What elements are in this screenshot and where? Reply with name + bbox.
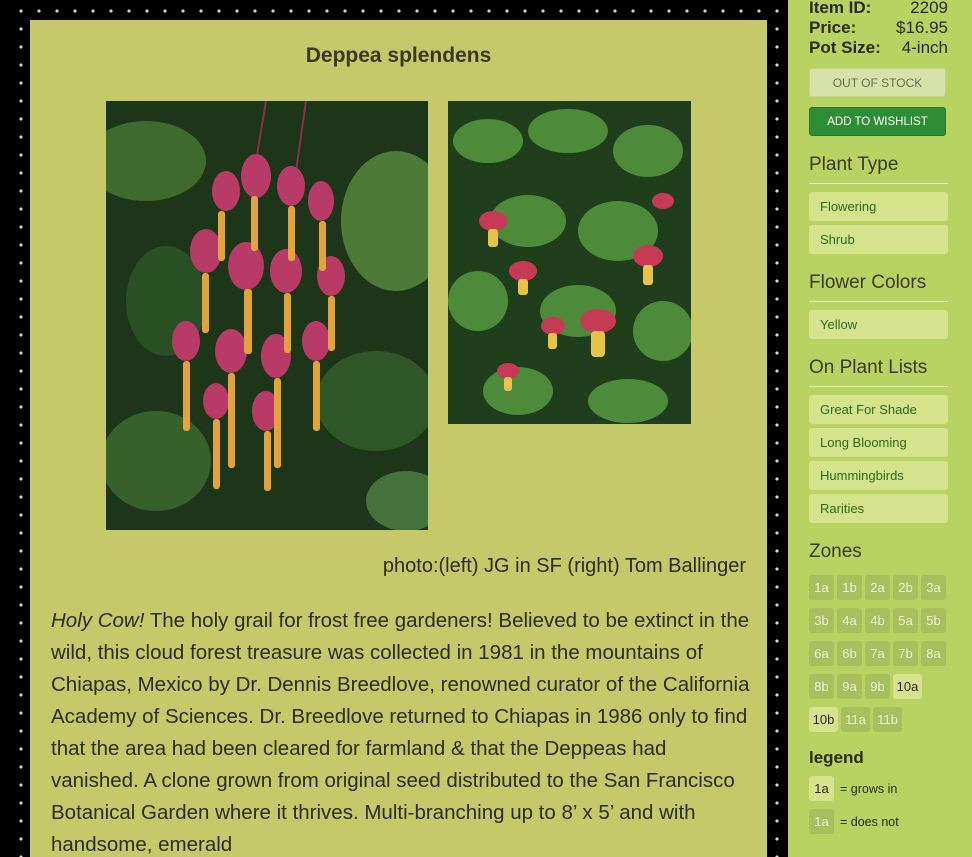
zone-chip-7b: 7b — [893, 641, 918, 666]
photo-credit: photo:(left) JG in SF (right) Tom Ballin… — [382, 555, 746, 577]
legend-not-text: = does not — [840, 814, 899, 829]
zone-chip-11a: 11a — [841, 707, 870, 732]
description-lead: Holy Cow! — [51, 609, 145, 632]
item-id-value: 2209 — [910, 0, 948, 17]
legend-grows-text: = grows in — [840, 781, 898, 796]
zone-chip-11b: 11b — [873, 707, 902, 732]
flower-colors-title: Flower Colors — [809, 272, 948, 302]
zone-chip-8a: 8a — [921, 641, 946, 666]
plant-type-title: Plant Type — [809, 154, 948, 184]
legend-not-swatch: 1a — [809, 809, 834, 834]
zone-grid: 1a 1b 2a 2b 3a 3b 4a 4b 5a 5b 6a 6b 7a 7b 8a 8b 9a 9b 10a 1… — [809, 575, 951, 740]
tag-flowering[interactable]: Flowering — [809, 192, 948, 221]
zone-chip-2a: 2a — [865, 575, 890, 600]
tag-hummingbirds[interactable]: Hummingbirds — [809, 461, 948, 490]
legend-grows: 1a = grows in — [809, 776, 972, 801]
zone-chip-9b: 9b — [865, 674, 890, 699]
tag-great-for-shade[interactable]: Great For Shade — [809, 395, 948, 424]
zone-chip-1a: 1a — [809, 575, 834, 600]
plant-lists-list: Great For Shade Long Blooming Hummingbir… — [809, 395, 972, 523]
zone-chip-10b: 10b — [809, 707, 838, 732]
price-value: $16.95 — [896, 18, 948, 37]
zone-chip-3a: 3a — [921, 575, 946, 600]
price-row: Price: $16.95 — [809, 18, 948, 38]
zone-chip-9a: 9a — [837, 674, 862, 699]
plant-type-list: Flowering Shrub — [809, 192, 972, 254]
description-body: The holy grail for frost free gardeners!… — [51, 609, 750, 856]
zone-chip-6b: 6b — [837, 641, 862, 666]
add-to-wishlist-button[interactable]: ADD TO WISHLIST — [809, 107, 946, 136]
price-label: Price: — [809, 18, 857, 37]
product-content: Deppea splendens photo:(left) JG in SF (… — [30, 20, 767, 857]
product-photo-left[interactable] — [106, 101, 428, 530]
zone-chip-3b: 3b — [809, 608, 834, 633]
product-description: Holy Cow! The holy grail for frost free … — [51, 605, 751, 857]
legend-does-not: 1a = does not — [809, 809, 972, 834]
fuchsia-flower-cluster-image — [106, 101, 428, 530]
tag-long-blooming[interactable]: Long Blooming — [809, 428, 948, 457]
product-sidebar: Item ID: 2209 Price: $16.95 Pot Size: 4-… — [788, 0, 972, 857]
pot-size-row: Pot Size: 4-inch — [809, 38, 948, 58]
zone-chip-5a: 5a — [893, 608, 918, 633]
zone-chip-6a: 6a — [809, 641, 834, 666]
out-of-stock-button[interactable]: OUT OF STOCK — [809, 68, 946, 97]
flowering-shrub-image — [448, 101, 691, 424]
pot-size-value: 4-inch — [901, 38, 948, 57]
zone-chip-5b: 5b — [921, 608, 946, 633]
zone-chip-4a: 4a — [837, 608, 862, 633]
item-id-row: Item ID: 2209 — [809, 0, 948, 18]
legend-grows-swatch: 1a — [809, 776, 834, 801]
flower-colors-list: Yellow — [809, 310, 972, 339]
legend-title: legend — [809, 748, 864, 767]
zone-chip-1b: 1b — [837, 575, 862, 600]
pot-size-label: Pot Size: — [809, 38, 881, 57]
plant-lists-title: On Plant Lists — [809, 357, 948, 387]
zone-chip-10a: 10a — [893, 674, 922, 699]
zone-chip-2b: 2b — [893, 575, 918, 600]
tag-yellow[interactable]: Yellow — [809, 310, 948, 339]
zone-chip-7a: 7a — [865, 641, 890, 666]
zone-chip-8b: 8b — [809, 674, 834, 699]
product-photo-right[interactable] — [448, 101, 691, 424]
tag-rarities[interactable]: Rarities — [809, 494, 948, 523]
zone-chip-4b: 4b — [865, 608, 890, 633]
item-id-label: Item ID: — [809, 0, 872, 17]
zones-title: Zones — [809, 541, 862, 562]
product-title: Deppea splendens — [305, 44, 492, 67]
tag-shrub[interactable]: Shrub — [809, 225, 948, 254]
